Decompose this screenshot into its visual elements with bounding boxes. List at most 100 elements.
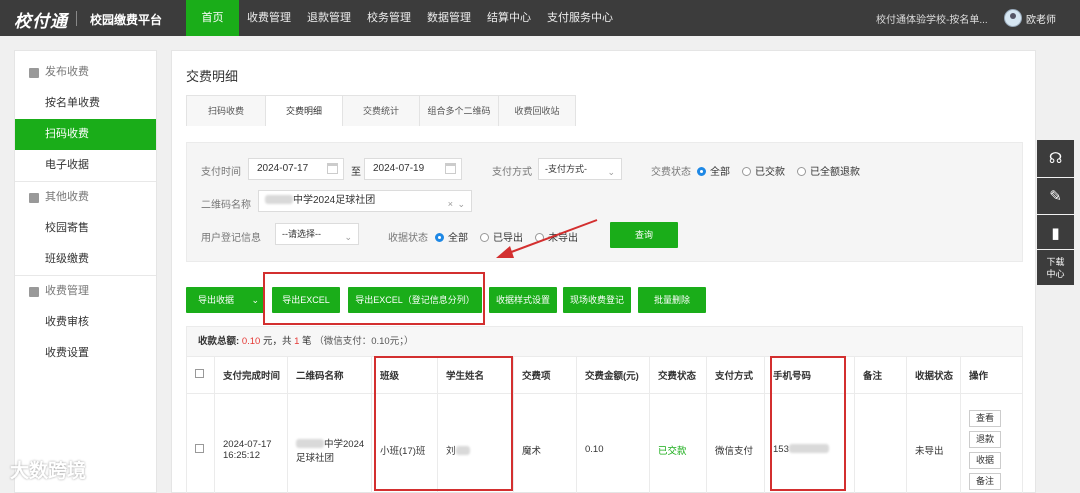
sidebar-group-label: 发布收费 (45, 66, 89, 78)
status-radio-paid[interactable]: 已交款 (742, 163, 785, 178)
sidebar-item-scan-fee[interactable]: 扫码收费 (15, 119, 156, 150)
nav-settlement-center[interactable]: 结算中心 (479, 0, 539, 36)
batch-delete-button[interactable]: 批量删除 (638, 287, 706, 313)
remark-button[interactable]: 备注 (969, 472, 1001, 490)
refund-button[interactable]: 退款 (969, 430, 1001, 448)
cell-operations: 查看 退款 收据 备注 (960, 393, 1023, 493)
cell-amount: 0.10 (576, 393, 650, 493)
pen-icon: ✎ (1049, 188, 1062, 205)
radio-label: 全部 (448, 233, 468, 244)
receipt-style-button[interactable]: 收据样式设置 (489, 287, 557, 313)
float-download-center[interactable]: 下载中心 (1037, 250, 1074, 285)
edit-icon (29, 67, 39, 78)
headset-icon: ☊ (1048, 150, 1063, 167)
float-guide[interactable]: ▮ (1037, 215, 1074, 249)
sidebar-item-class-fee[interactable]: 班级缴费 (15, 244, 156, 275)
sidebar-item-e-receipt[interactable]: 电子收据 (15, 150, 156, 181)
float-feedback[interactable]: ✎ (1037, 178, 1074, 214)
sidebar-group-publish: 发布收费 (15, 57, 156, 88)
cell-receipt-status: 未导出 (906, 393, 961, 493)
payment-table: 支付完成时间 二维码名称 班级 学生姓名 交费项 交费金额(元) 交费状态 支付… (186, 356, 1023, 493)
radio-dot-icon (797, 167, 806, 176)
sidebar-item-consignment[interactable]: 校园寄售 (15, 213, 156, 244)
nav-data-management[interactable]: 数据管理 (419, 0, 479, 36)
nav-refund-management[interactable]: 退款管理 (299, 0, 359, 36)
table-row: 2024-07-17 16:25:12 中学2024足球社团 小班(17)班 刘… (186, 393, 1023, 493)
date-from-value: 2024-07-17 (257, 163, 309, 174)
status-radio-all[interactable]: 全部 (697, 163, 730, 178)
pay-method-select[interactable]: -支付方式- ⌄ (538, 158, 622, 180)
redacted-text (455, 445, 470, 455)
col-pay-time: 支付完成时间 (214, 356, 288, 394)
nav-home[interactable]: 首页 (186, 0, 239, 36)
summary-wechat: （微信支付：0.10元；） (314, 336, 414, 347)
date-from-input[interactable]: 2024-07-17 (248, 158, 344, 180)
pay-time-label: 支付时间 (201, 167, 241, 178)
chevron-down-icon: ⌄ (457, 199, 465, 209)
float-service[interactable]: ☊ (1037, 140, 1074, 177)
sidebar-group-label: 收费管理 (45, 285, 89, 297)
main-nav: 首页 收费管理 退款管理 校务管理 数据管理 结算中心 支付服务中心 (186, 0, 621, 36)
query-button[interactable]: 查询 (610, 222, 678, 248)
nav-payment-service[interactable]: 支付服务中心 (539, 0, 621, 36)
export-excel-split-button[interactable]: 导出EXCEL（登记信息分列） (348, 287, 482, 313)
export-receipt-label: 导出收据 (198, 295, 235, 305)
tab-payment-details[interactable]: 交费明细 (265, 95, 343, 126)
pay-status-label: 交费状态 (651, 167, 691, 178)
col-operations: 操作 (960, 356, 1023, 394)
sidebar-item-list-fee[interactable]: 按名单收费 (15, 88, 156, 119)
tab-payment-stats[interactable]: 交费统计 (342, 95, 420, 126)
sidebar-item-fee-settings[interactable]: 收费设置 (15, 338, 156, 369)
tab-combine-qr[interactable]: 组合多个二维码 (419, 95, 499, 126)
sidebar-group-label: 其他收费 (45, 191, 89, 203)
summary-unit: 笔 (302, 336, 312, 347)
radio-dot-icon (435, 233, 444, 242)
select-all-checkbox[interactable] (195, 369, 204, 378)
chevron-down-icon: ⌄ (607, 167, 615, 177)
tab-recycle-bin[interactable]: 收费回收站 (498, 95, 576, 126)
redacted-text (788, 444, 829, 453)
cell-pay-time: 2024-07-17 16:25:12 (214, 393, 288, 493)
chevron-down-icon: ⌄ (344, 232, 352, 242)
user-info-select[interactable]: --请选择-- ⌄ (275, 223, 359, 245)
filter-panel: 支付时间 2024-07-17 至 2024-07-19 支付方式 -支付方式-… (186, 142, 1023, 262)
cell-student-text: 刘 (446, 445, 456, 457)
date-range-separator: 至 (351, 167, 361, 178)
school-name[interactable]: 校付通体验学校-按名单... (876, 11, 988, 26)
cell-class: 小班(17)班 (371, 393, 438, 493)
clear-icon[interactable]: × (448, 194, 453, 214)
pay-method-value: -支付方式- (545, 164, 587, 174)
sidebar-item-fee-review[interactable]: 收费审核 (15, 307, 156, 338)
export-receipt-button[interactable]: 导出收据 ⌄ (186, 287, 265, 313)
nav-school-affairs[interactable]: 校务管理 (359, 0, 419, 36)
sidebar-group-manage: 收费管理 (15, 276, 156, 307)
export-excel-button[interactable]: 导出EXCEL (272, 287, 340, 313)
sidebar-group-other: 其他收费 (15, 182, 156, 213)
date-to-input[interactable]: 2024-07-19 (364, 158, 462, 180)
status-radio-refunded[interactable]: 已全额退款 (797, 163, 860, 178)
onsite-register-button[interactable]: 现场收费登记 (563, 287, 631, 313)
nav-fee-management[interactable]: 收费管理 (239, 0, 299, 36)
user-info-value: --请选择-- (282, 229, 321, 239)
user-name[interactable]: 欧老师 (1026, 11, 1056, 26)
tab-scan-fee[interactable]: 扫码收费 (186, 95, 266, 126)
cell-phone-text: 153 (773, 444, 789, 455)
qr-name-select[interactable]: 中学2024足球社团 × ⌄ (258, 190, 472, 212)
row-checkbox[interactable] (195, 443, 204, 453)
col-student-name: 学生姓名 (437, 356, 514, 394)
cell-remark (854, 393, 907, 493)
cell-qr-name: 中学2024足球社团 (287, 393, 372, 493)
radio-dot-icon (697, 167, 706, 176)
receipt-button[interactable]: 收据 (969, 451, 1001, 469)
avatar[interactable] (1004, 9, 1022, 27)
col-qr-name: 二维码名称 (287, 356, 372, 394)
grid-icon (29, 192, 39, 203)
receipt-radio-all[interactable]: 全部 (435, 229, 468, 244)
view-button[interactable]: 查看 (969, 409, 1001, 427)
download-box-icon (29, 286, 39, 297)
col-amount: 交费金额(元) (576, 356, 650, 394)
radio-dot-icon (480, 233, 489, 242)
payment-summary: 收款总额: 0.10 元，共 1 笔 （微信支付：0.10元；） (186, 326, 1023, 356)
summary-currency: 元，共 (262, 336, 292, 347)
platform-title: 校园缴费平台 (90, 13, 163, 27)
